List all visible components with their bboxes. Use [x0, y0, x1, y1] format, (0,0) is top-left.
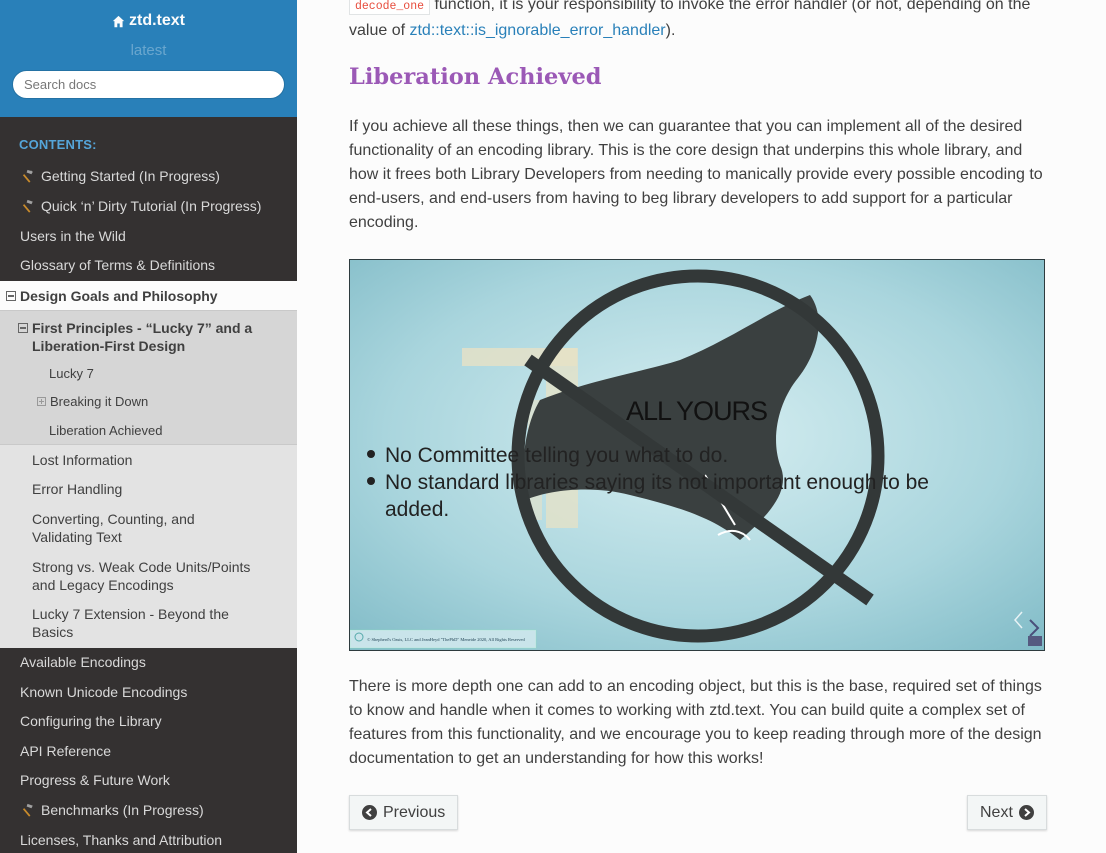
- hammer-icon: [22, 199, 33, 213]
- nav-liberation-achieved[interactable]: Liberation Achieved: [49, 423, 162, 438]
- nav-licenses[interactable]: Licenses, Thanks and Attribution: [0, 831, 297, 849]
- current-subsection: First Principles - “Lucky 7” and a Libera…: [0, 311, 297, 445]
- nav-users-in-the-wild[interactable]: Users in the Wild: [0, 227, 297, 245]
- ignorable-handler-link[interactable]: ztd::text::is_ignorable_error_handler: [409, 22, 665, 39]
- nav-known-unicode-encodings[interactable]: Known Unicode Encodings: [0, 683, 297, 701]
- contents-caption: CONTENTS:: [19, 137, 97, 152]
- previous-button[interactable]: Previous: [349, 795, 459, 830]
- nav-lucky-7[interactable]: Lucky 7: [49, 366, 94, 381]
- expand-toggle-icon[interactable]: [37, 397, 46, 406]
- previous-label: Previous: [383, 803, 446, 821]
- nav-strong-vs-weak[interactable]: Strong vs. Weak Code Units/Points and Leg…: [32, 558, 272, 594]
- current-section: Design Goals and Philosophy First Princi…: [0, 281, 297, 648]
- hammer-icon: [22, 169, 33, 183]
- nav-design-goals[interactable]: Design Goals and Philosophy: [0, 281, 297, 311]
- sidebar: ztd.text latest CONTENTS: Getting Starte…: [0, 0, 297, 853]
- nav-quick-tutorial[interactable]: Quick ‘n’ Dirty Tutorial (In Progress): [0, 197, 297, 215]
- collapse-toggle-icon[interactable]: [18, 323, 28, 333]
- inline-code: decode_one: [349, 0, 431, 15]
- nav-available-encodings[interactable]: Available Encodings: [0, 653, 297, 671]
- circle-arrow-right-icon: [1018, 805, 1034, 820]
- nav-progress[interactable]: Progress & Future Work: [0, 771, 297, 789]
- nav-getting-started[interactable]: Getting Started (In Progress): [0, 167, 297, 185]
- next-label: Next: [980, 803, 1013, 821]
- nav-configuring[interactable]: Configuring the Library: [0, 712, 297, 730]
- brand-link[interactable]: ztd.text: [112, 12, 185, 30]
- section-heading: Liberation Achieved: [349, 64, 602, 90]
- slide-bullet-2-line-1: No standard libraries saying its not imp…: [385, 471, 929, 494]
- brand-name[interactable]: ztd.text: [129, 12, 185, 30]
- slide-title: ALL YOURS: [626, 396, 767, 426]
- search-input[interactable]: [12, 69, 285, 99]
- slide-graphic: ALL YOURS No Committee telling you what …: [350, 260, 1044, 650]
- closing-paragraph: There is more depth one can add to an en…: [349, 678, 1042, 767]
- nav-lost-information[interactable]: Lost Information: [32, 451, 272, 469]
- nav-error-handling[interactable]: Error Handling: [32, 480, 272, 498]
- intro-paragraph: If you achieve all these things, then we…: [349, 118, 1043, 231]
- nav-glossary[interactable]: Glossary of Terms & Definitions: [0, 256, 297, 274]
- collapse-toggle-icon[interactable]: [6, 291, 16, 301]
- nav-api-reference[interactable]: API Reference: [0, 742, 297, 760]
- slide-bullet-2-line-2: added.: [385, 498, 449, 521]
- nav-converting-counting[interactable]: Converting, Counting, and Validating Text: [32, 510, 272, 546]
- nav-benchmarks[interactable]: Benchmarks (In Progress): [0, 801, 297, 819]
- top-paragraph: decode_one function, it is your responsi…: [349, 0, 1031, 39]
- nav-first-principles[interactable]: First Principles - “Lucky 7” and a Libera…: [18, 319, 268, 355]
- main-content: decode_one function, it is your responsi…: [297, 0, 1106, 853]
- home-icon: [112, 15, 125, 27]
- nav-breaking-it-down[interactable]: Breaking it Down: [37, 394, 148, 409]
- version-label: latest: [130, 41, 167, 59]
- slide-image: ALL YOURS No Committee telling you what …: [349, 259, 1045, 651]
- slide-bullet-1: No Committee telling you what to do.: [385, 444, 728, 467]
- nav-lucky-7-extension[interactable]: Lucky 7 Extension - Beyond the Basics: [32, 605, 272, 641]
- sidebar-header: ztd.text latest: [0, 0, 297, 117]
- circle-arrow-left-icon: [362, 805, 377, 820]
- next-button[interactable]: Next: [967, 795, 1047, 830]
- hammer-icon: [22, 803, 33, 817]
